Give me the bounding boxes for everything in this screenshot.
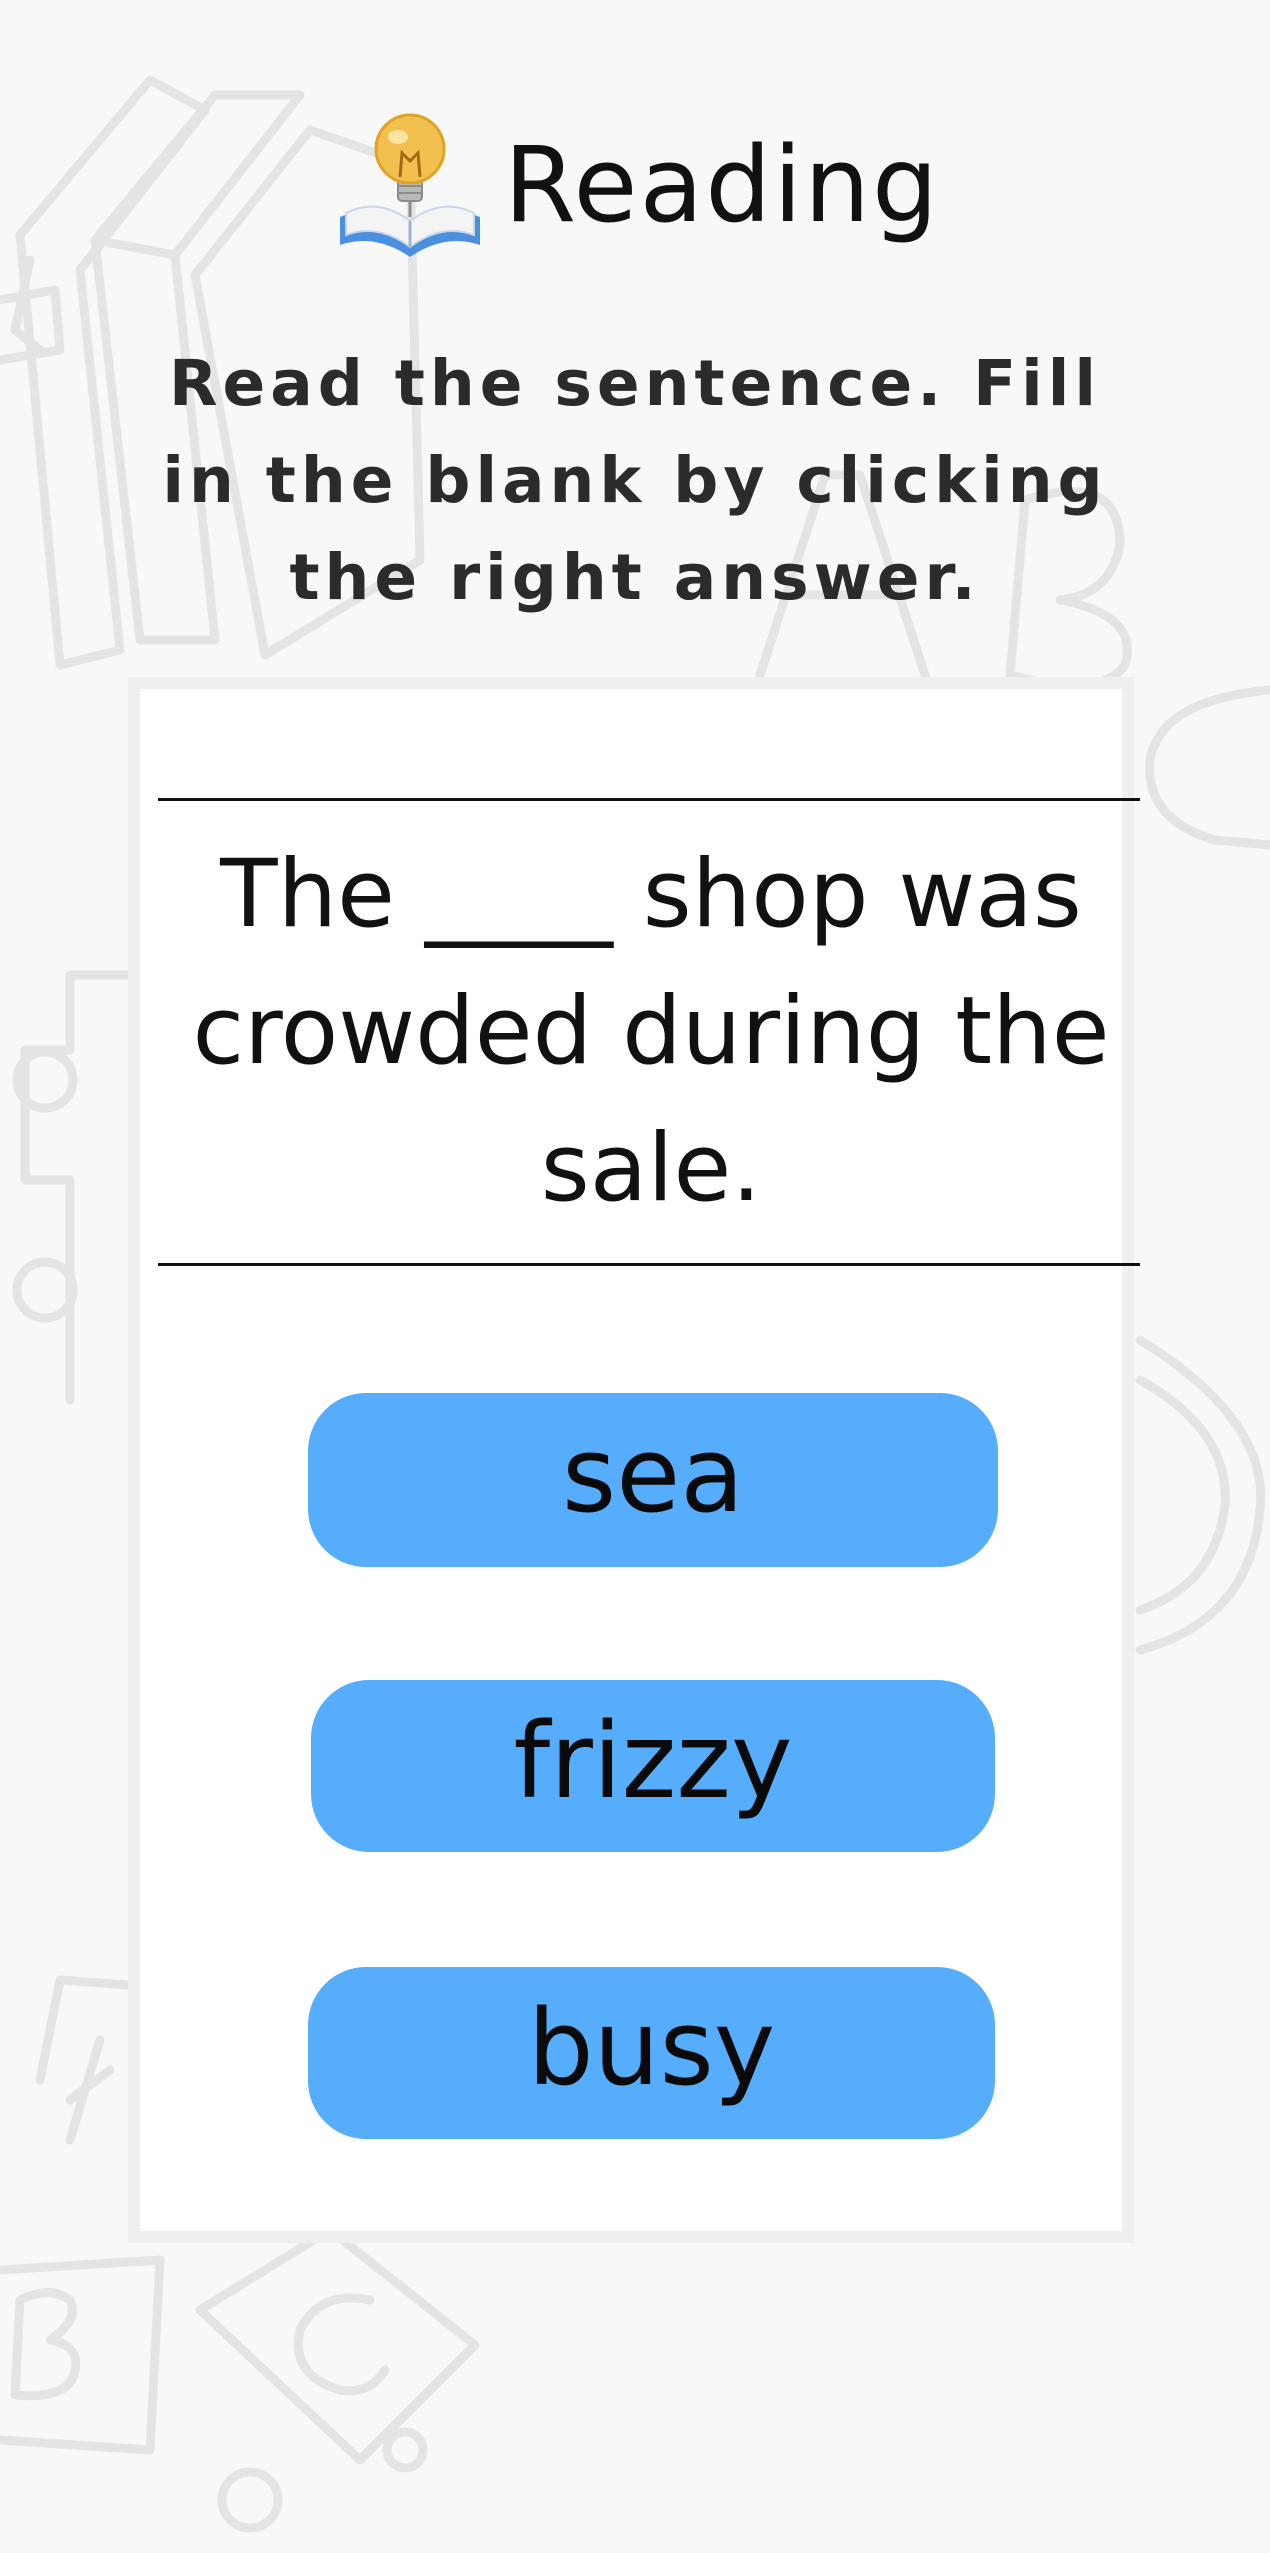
- page-title: Reading: [503, 124, 941, 246]
- answer-button-sea[interactable]: sea: [308, 1393, 998, 1567]
- question-sentence: The ____ shop was crowded during the sal…: [192, 840, 1110, 1223]
- cup-doodle: [1135, 685, 1270, 1655]
- lightbulb-book-icon: [339, 113, 480, 257]
- question-card: The ____ shop was crowded during the sal…: [128, 677, 1140, 2243]
- divider-bottom: [158, 1263, 1140, 1266]
- divider-top: [158, 798, 1140, 801]
- instructions-text: Read the sentence. Fill in the blank by …: [162, 347, 1108, 614]
- answer-button-busy[interactable]: busy: [308, 1967, 995, 2139]
- puzzle-doodle: [12, 970, 133, 1405]
- answer-button-frizzy[interactable]: frizzy: [311, 1680, 995, 1852]
- page-header: Reading: [0, 100, 1270, 270]
